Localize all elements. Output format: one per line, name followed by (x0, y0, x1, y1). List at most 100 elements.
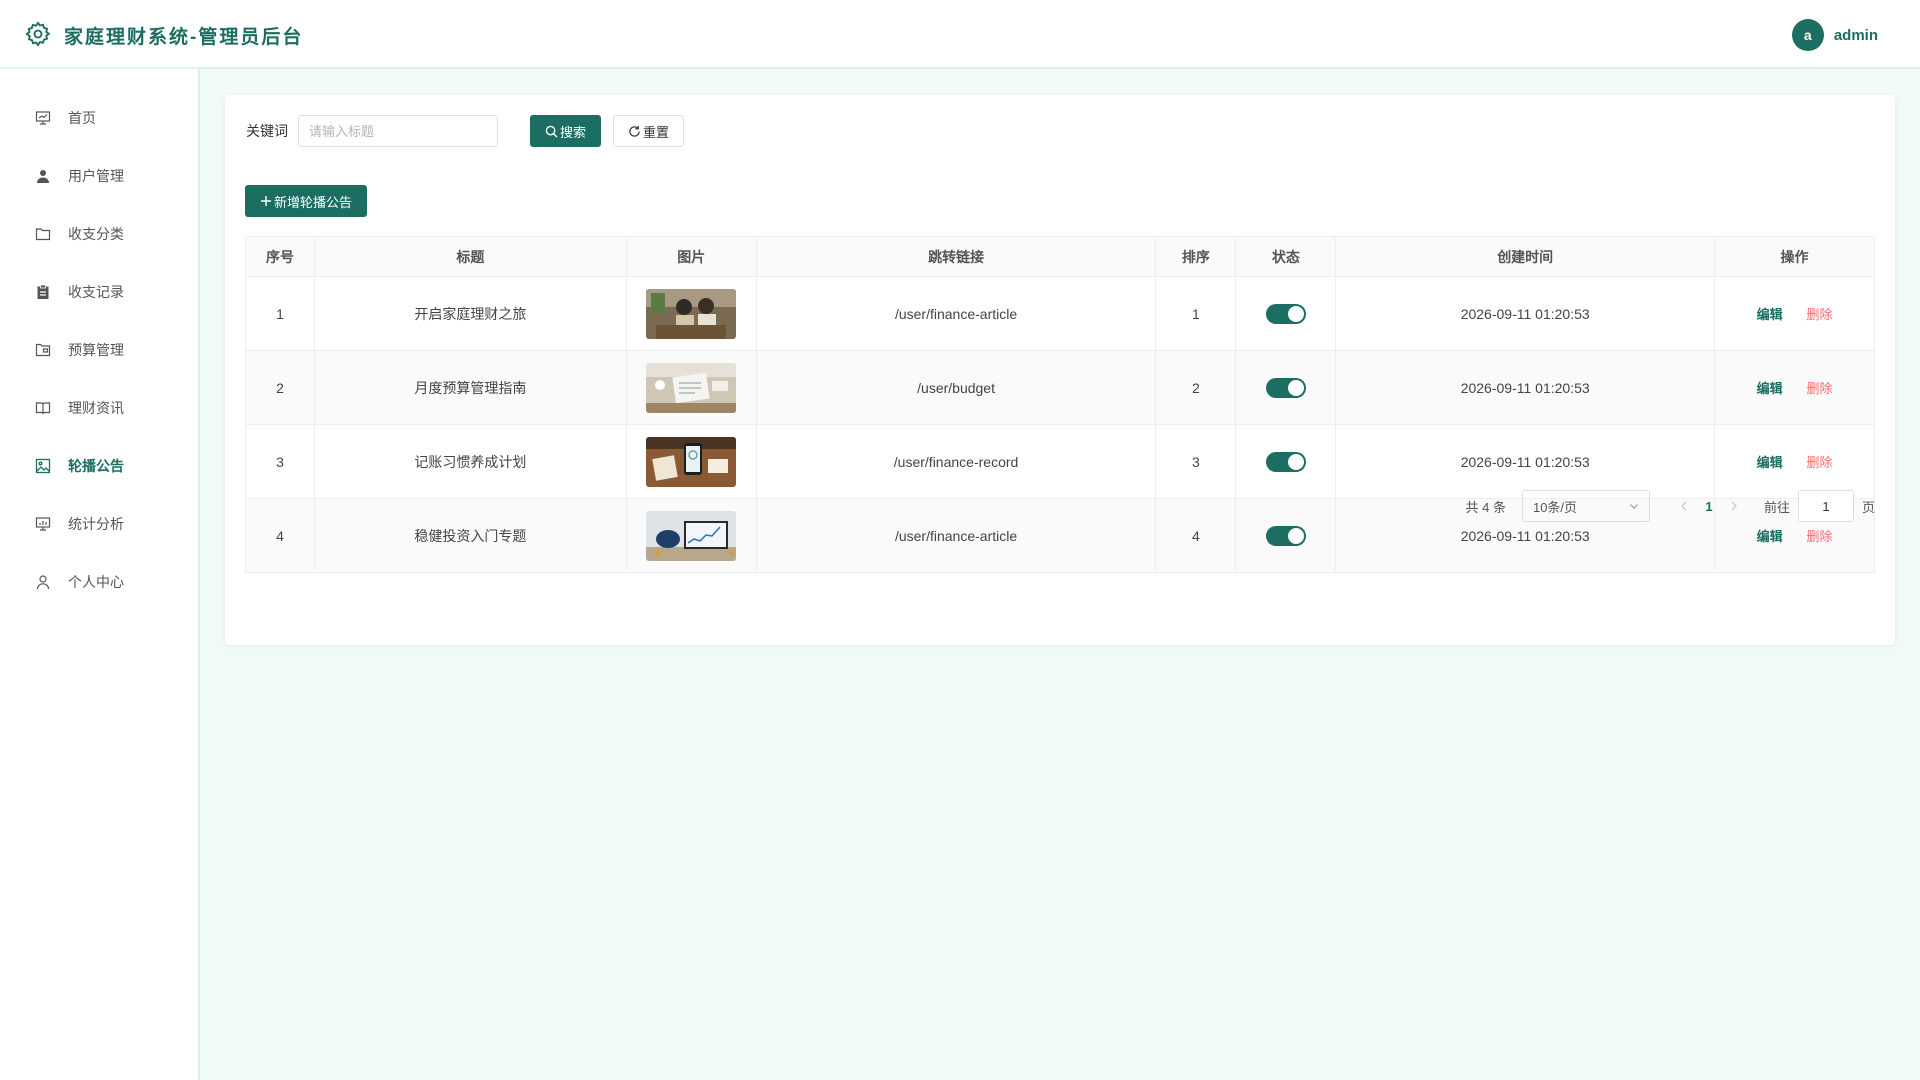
delete-button[interactable]: 删除 (1806, 455, 1832, 470)
sidebar-item-label: 用户管理 (68, 168, 124, 184)
presentation-icon (34, 109, 52, 127)
edit-button[interactable]: 编辑 (1757, 381, 1783, 396)
sidebar-item-statistics[interactable]: 统计分析 (0, 495, 198, 553)
search-bar: 关键词 搜索 重置 (246, 115, 685, 147)
carousel-table: 序号 标题 图片 跳转链接 排序 状态 创建时间 操作 1 开启家庭理财之旅 /… (245, 236, 1875, 573)
sidebar-item-home[interactable]: 首页 (0, 89, 198, 147)
sidebar-item-label: 个人中心 (68, 574, 124, 590)
folder-open-icon (34, 341, 52, 359)
status-toggle[interactable] (1265, 451, 1306, 472)
sidebar-item-label: 首页 (68, 110, 96, 126)
refresh-icon (629, 125, 640, 137)
sidebar-item-label: 收支记录 (68, 284, 124, 300)
clipboard-icon (34, 283, 52, 301)
cell-sort: 1 (1155, 276, 1237, 351)
cell-title: 记账习惯养成计划 (313, 424, 627, 499)
sidebar-item-news[interactable]: 理财资讯 (0, 379, 198, 437)
sidebar-item-label: 理财资讯 (68, 400, 124, 416)
status-toggle[interactable] (1265, 525, 1306, 546)
sidebar-item-profile[interactable]: 个人中心 (0, 553, 198, 611)
user-icon (34, 167, 52, 185)
chevron-left-icon (1681, 501, 1687, 510)
table-header-row: 序号 标题 图片 跳转链接 排序 状态 创建时间 操作 (245, 236, 1875, 277)
cell-sort: 4 (1155, 498, 1237, 573)
status-toggle[interactable] (1265, 303, 1306, 324)
book-icon (34, 399, 52, 417)
add-carousel-button[interactable]: 新增轮播公告 (245, 185, 368, 217)
next-page-button[interactable] (1724, 499, 1744, 514)
status-toggle[interactable] (1265, 377, 1306, 398)
reset-button[interactable]: 重置 (613, 115, 685, 147)
cell-created: 2026-09-11 01:20:53 (1335, 424, 1716, 499)
thumbnail-image[interactable] (646, 362, 737, 413)
add-carousel-label: 新增轮播公告 (274, 194, 353, 210)
thumbnail-image[interactable] (646, 436, 737, 487)
sidebar-item-label: 收支分类 (68, 226, 124, 242)
folder-icon (34, 225, 52, 243)
delete-button[interactable]: 删除 (1806, 529, 1832, 544)
sidebar-item-label: 统计分析 (68, 516, 124, 532)
edit-button[interactable]: 编辑 (1757, 529, 1783, 544)
cell-created: 2026-09-11 01:20:53 (1335, 350, 1716, 425)
delete-button[interactable]: 删除 (1806, 307, 1832, 322)
cell-title: 月度预算管理指南 (313, 350, 627, 425)
cell-index: 2 (245, 350, 315, 425)
cell-sort: 2 (1155, 350, 1237, 425)
sidebar-item-budget[interactable]: 预算管理 (0, 321, 198, 379)
page-size-select[interactable]: 10条/页 (1521, 490, 1650, 522)
delete-button[interactable]: 删除 (1806, 381, 1832, 396)
username[interactable]: admin (1834, 27, 1878, 44)
user-menu[interactable]: a admin (1791, 19, 1878, 51)
sidebar-item-label: 预算管理 (68, 342, 124, 358)
column-header-image: 图片 (625, 236, 757, 277)
cell-index: 3 (245, 424, 315, 499)
gear-icon (24, 20, 52, 48)
column-header-status: 状态 (1235, 236, 1337, 277)
cell-created: 2026-09-11 01:20:53 (1335, 276, 1716, 351)
column-header-actions: 操作 (1714, 236, 1875, 277)
keyword-input[interactable] (298, 115, 498, 147)
edit-button[interactable]: 编辑 (1757, 455, 1783, 470)
person-icon (34, 573, 52, 591)
chevron-down-icon (1630, 504, 1638, 509)
avatar[interactable]: a (1791, 19, 1824, 51)
cell-index: 1 (245, 276, 315, 351)
reset-button-label: 重置 (643, 124, 670, 140)
cell-link: /user/finance-article (755, 276, 1157, 351)
cell-link: /user/finance-article (755, 498, 1157, 573)
content-card: 关键词 搜索 重置 新增轮播公告 序号 标题 图片 跳转链接 排序 状态 (225, 95, 1895, 645)
keyword-label: 关键词 (246, 123, 288, 139)
thumbnail-image[interactable] (646, 288, 737, 339)
column-header-link: 跳转链接 (755, 236, 1157, 277)
thumbnail-image[interactable] (646, 510, 737, 561)
picture-icon (34, 457, 52, 475)
sidebar-item-categories[interactable]: 收支分类 (0, 205, 198, 263)
cell-title: 稳健投资入门专题 (313, 498, 627, 573)
chevron-right-icon (1731, 501, 1737, 510)
goto-page-input[interactable] (1797, 490, 1854, 522)
cell-sort: 3 (1155, 424, 1237, 499)
page-size-value: 10条/页 (1532, 499, 1578, 515)
total-count: 共 4 条 (1465, 499, 1506, 515)
sidebar-item-records[interactable]: 收支记录 (0, 263, 198, 321)
prev-page-button[interactable] (1674, 499, 1694, 514)
plus-icon (261, 196, 271, 206)
pagination: 共 4 条 10条/页 1 前往 页 (1465, 490, 1875, 522)
sidebar-item-carousel[interactable]: 轮播公告 (0, 437, 198, 495)
sidebar-item-users[interactable]: 用户管理 (0, 147, 198, 205)
search-icon (545, 125, 558, 138)
chart-board-icon (34, 515, 52, 533)
search-button[interactable]: 搜索 (530, 115, 602, 147)
edit-button[interactable]: 编辑 (1757, 307, 1783, 322)
column-header-sort: 排序 (1155, 236, 1237, 277)
search-button-label: 搜索 (560, 124, 587, 140)
goto-label: 前往 (1763, 499, 1790, 515)
table-row: 1 开启家庭理财之旅 /user/finance-article 1 2026-… (245, 276, 1875, 351)
app-title: 家庭理财系统-管理员后台 (64, 27, 304, 48)
cell-title: 开启家庭理财之旅 (313, 276, 627, 351)
page-number-current[interactable]: 1 (1694, 499, 1724, 514)
sidebar: 首页 用户管理 收支分类 收支记录 预算管理 理财资讯 轮播公告 统计分析 个人… (0, 69, 200, 1080)
sidebar-item-label: 轮播公告 (68, 458, 124, 474)
top-header: 家庭理财系统-管理员后台 a admin (0, 0, 1920, 69)
column-header-created: 创建时间 (1335, 236, 1716, 277)
